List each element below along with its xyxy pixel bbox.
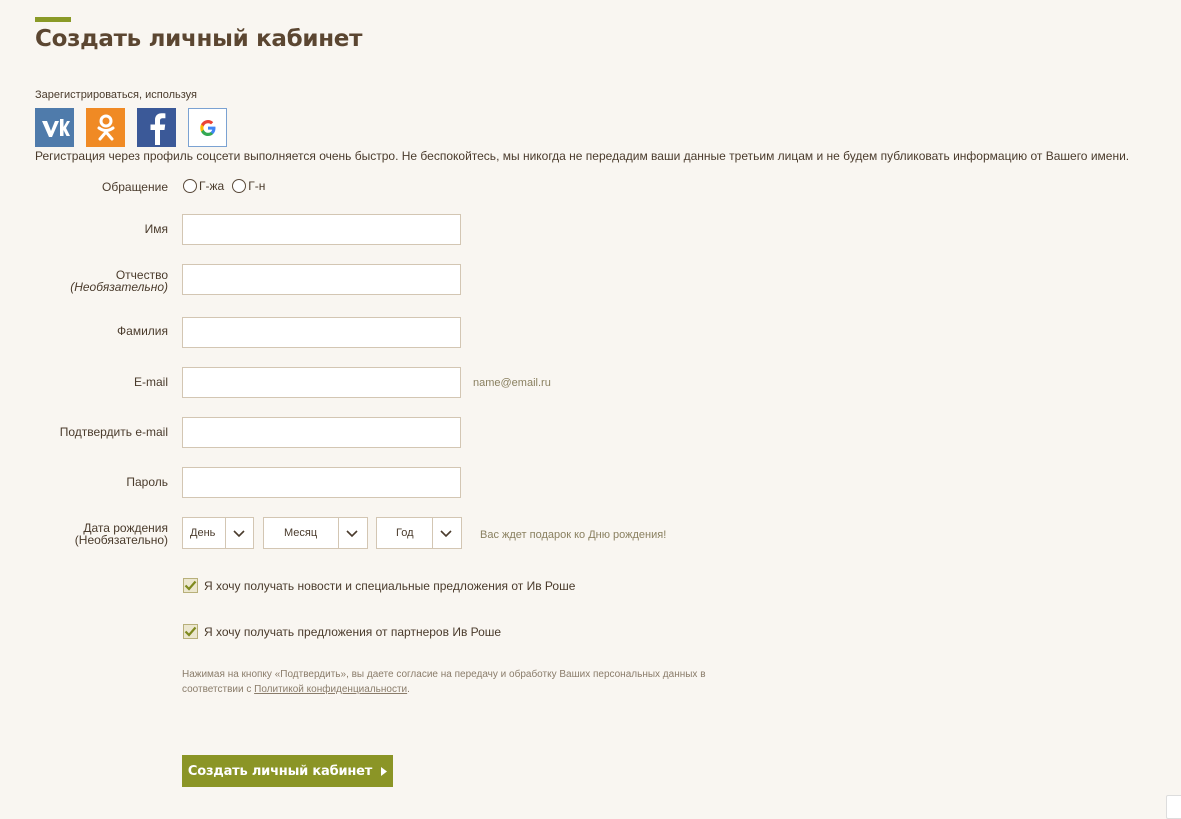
confirm-email-input[interactable] [182, 417, 461, 448]
patronymic-input[interactable] [182, 264, 461, 295]
salutation-radio-mrs[interactable]: Г-жа [183, 179, 224, 193]
salutation-option-label: Г-н [248, 179, 266, 193]
salutation-option-label: Г-жа [199, 179, 225, 193]
birth-day-select[interactable]: День [182, 517, 254, 549]
create-account-button[interactable]: Создать личный кабинет [182, 755, 393, 787]
newsletter-checkbox-label: Я хочу получать новости и специальные пр… [204, 578, 576, 593]
first-name-label: Имя [144, 222, 168, 236]
last-name-label: Фамилия [117, 324, 168, 338]
birth-year-select[interactable]: Год [376, 517, 462, 549]
vk-icon [41, 118, 70, 137]
password-label: Пароль [126, 475, 168, 489]
facebook-login-button[interactable] [137, 108, 176, 147]
password-input[interactable] [182, 467, 461, 498]
newsletter-checkbox-row[interactable]: Я хочу получать новости и специальные пр… [183, 578, 575, 593]
confirm-email-label: Подтвердить e-mail [59, 425, 168, 439]
consent-text: Нажимая на кнопку «Подтвердить», вы дает… [182, 667, 762, 697]
email-label: E-mail [133, 375, 168, 389]
birthday-gift-hint: Вас ждет подарок ко Дню рождения! [480, 529, 667, 541]
partners-checkbox-row[interactable]: Я хочу получать предложения от партнеров… [183, 624, 501, 639]
newsletter-checkbox[interactable] [183, 578, 198, 593]
patronymic-label: Отчество (Необязательно) [70, 269, 168, 293]
select-divider [225, 518, 226, 548]
salutation-label: Обращение [102, 180, 168, 194]
email-hint: name@email.ru [473, 377, 551, 389]
google-icon [199, 119, 215, 136]
title-accent-bar [35, 17, 71, 22]
partners-checkbox-label: Я хочу получать предложения от партнеров… [204, 624, 502, 639]
create-account-button-label: Создать личный кабинет [187, 763, 373, 779]
email-input[interactable] [182, 367, 461, 398]
social-register-note: Регистрация через профиль соцсети выполн… [35, 149, 1130, 163]
facebook-icon [150, 112, 165, 145]
select-divider [432, 518, 433, 548]
patronymic-optional-note: (Необязательно) [70, 280, 168, 294]
birth-month-select[interactable]: Месяц [263, 517, 368, 549]
consent-text-end: . [407, 684, 410, 695]
privacy-policy-link[interactable]: Политикой конфиденциальности [254, 684, 407, 695]
radio-circle [232, 179, 247, 193]
partners-checkbox[interactable] [183, 624, 198, 639]
first-name-input[interactable] [182, 214, 461, 245]
social-register-caption: Зарегистрироваться, используя [35, 89, 198, 101]
birth-year-value: Год [396, 527, 414, 539]
odnoklassniki-icon [97, 114, 114, 140]
birthdate-label: Дата рождения (Необязательно) [75, 522, 168, 546]
last-name-input[interactable] [182, 317, 461, 348]
chevron-down-icon [346, 530, 358, 538]
chevron-down-icon [233, 530, 245, 538]
birth-month-value: Месяц [284, 527, 318, 539]
radio-circle [183, 179, 197, 193]
caret-right-icon [381, 766, 388, 776]
checkmark-icon [184, 580, 197, 591]
checkmark-icon [184, 626, 197, 637]
select-divider [338, 518, 339, 548]
salutation-radio-mr[interactable]: Г-н [232, 179, 265, 193]
vk-login-button[interactable] [35, 108, 74, 147]
birth-day-value: День [190, 527, 216, 539]
salutation-radio-group: Г-жа Г-н [183, 179, 273, 193]
chevron-down-icon [440, 530, 452, 538]
odnoklassniki-login-button[interactable] [86, 108, 125, 147]
page-title: Создать личный кабинет [35, 26, 363, 52]
birthdate-optional-note: (Необязательно) [74, 533, 168, 547]
corner-widget[interactable] [1166, 795, 1181, 819]
google-login-button[interactable] [188, 108, 227, 147]
